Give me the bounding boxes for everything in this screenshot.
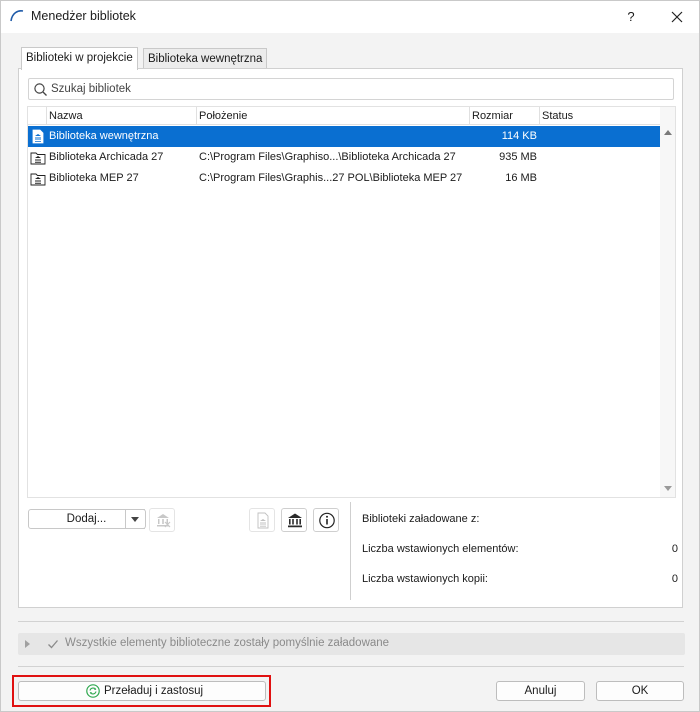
table-header: Nazwa Położenie Rozmiar Status	[28, 107, 660, 125]
library-table: Nazwa Położenie Rozmiar Status Bibliotek…	[27, 106, 676, 498]
row-status	[542, 126, 658, 147]
close-icon[interactable]	[665, 6, 689, 28]
add-library-dropdown[interactable]	[125, 509, 146, 529]
placed-copies-label: Liczba wstawionych kopii:	[362, 573, 488, 585]
embedded-library-button[interactable]	[249, 508, 275, 532]
library-folder-icon	[30, 152, 46, 165]
chevron-down-icon	[131, 517, 139, 522]
check-icon	[48, 640, 58, 649]
row-name: Biblioteka MEP 27	[49, 172, 139, 184]
row-name: Biblioteka wewnętrzna	[49, 130, 159, 142]
tab-project-libraries[interactable]: Biblioteki w projekcie	[21, 47, 138, 70]
search-box[interactable]	[28, 78, 674, 100]
library-info-button[interactable]	[313, 508, 339, 532]
status-bar[interactable]: Wszystkie elementy biblioteczne zostały …	[18, 633, 685, 655]
table-row[interactable]: Biblioteka wewnętrzna 114 KB	[28, 126, 660, 147]
row-name: Biblioteka Archicada 27	[49, 151, 164, 163]
remove-library-icon	[157, 514, 171, 528]
remove-library-button[interactable]	[149, 508, 175, 532]
row-size: 114 KB	[501, 130, 537, 142]
table-row[interactable]: Biblioteka MEP 27 C:\Program Files\Graph…	[28, 168, 660, 189]
column-header-name[interactable]: Nazwa	[47, 107, 197, 125]
column-header-status[interactable]: Status	[540, 107, 660, 125]
loaded-from-label: Biblioteki załadowane z:	[362, 513, 480, 525]
row-status	[542, 168, 658, 189]
placed-copies-value: 0	[671, 573, 678, 585]
highlight-frame	[12, 675, 271, 707]
row-size: 935 MB	[499, 151, 537, 163]
tab-panel: Nazwa Położenie Rozmiar Status Bibliotek…	[18, 68, 683, 608]
scroll-up-arrow-icon[interactable]	[664, 130, 672, 135]
row-status	[542, 147, 658, 168]
library-document-icon	[257, 512, 269, 529]
ok-button[interactable]: OK	[596, 681, 684, 701]
placed-elements-label: Liczba wstawionych elementów:	[362, 543, 519, 555]
table-row[interactable]: Biblioteka Archicada 27 C:\Program Files…	[28, 147, 660, 168]
library-folder-icon	[30, 173, 46, 186]
library-embedded-icon	[32, 129, 44, 144]
vertical-divider	[350, 502, 351, 600]
row-location: C:\Program Files\Graphiso...\Biblioteka …	[199, 151, 456, 163]
window-title: Menedżer bibliotek	[31, 9, 136, 23]
tab-embedded-library[interactable]: Biblioteka wewnętrzna	[143, 48, 268, 70]
info-icon	[319, 512, 335, 529]
help-button[interactable]: ?	[619, 6, 643, 28]
library-building-icon	[288, 513, 302, 528]
divider	[18, 621, 684, 622]
placed-elements-value: 0	[671, 543, 678, 555]
divider	[18, 666, 684, 667]
row-size: 16 MB	[505, 172, 537, 184]
table-scrollbar[interactable]	[660, 107, 675, 497]
archicad-logo-icon	[10, 10, 24, 22]
expand-arrow-icon[interactable]	[25, 640, 30, 648]
column-header-icon	[28, 107, 47, 125]
library-settings-button[interactable]	[281, 508, 307, 532]
search-input[interactable]	[51, 80, 661, 98]
column-header-location[interactable]: Położenie	[197, 107, 470, 125]
row-location	[199, 126, 468, 147]
column-header-size[interactable]: Rozmiar	[470, 107, 540, 125]
status-message: Wszystkie elementy biblioteczne zostały …	[65, 637, 390, 649]
title-bar: Menedżer bibliotek ?	[1, 1, 699, 33]
scroll-down-arrow-icon[interactable]	[664, 486, 672, 491]
row-location: C:\Program Files\Graphis...27 POL\Biblio…	[199, 172, 463, 184]
library-manager-dialog: Menedżer bibliotek ? Biblioteki w projek…	[0, 0, 700, 712]
cancel-button[interactable]: Anuluj	[496, 681, 585, 701]
search-icon	[34, 83, 47, 96]
